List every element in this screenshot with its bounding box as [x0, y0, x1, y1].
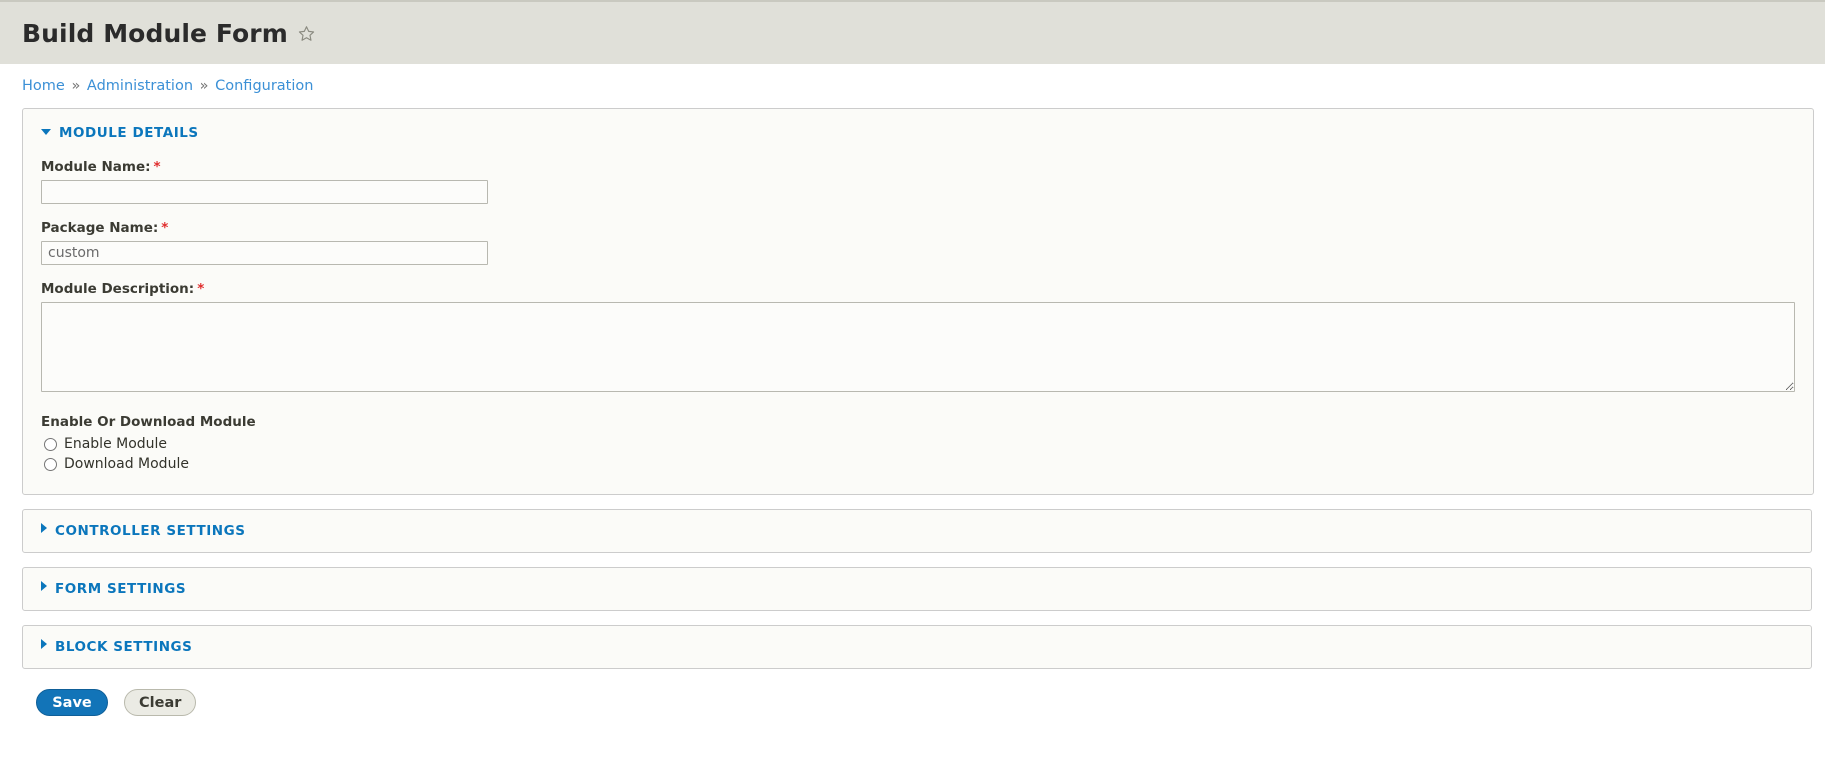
triangle-right-icon: [41, 581, 47, 591]
required-indicator: *: [161, 220, 169, 236]
enable-module-radio-label[interactable]: Enable Module: [64, 436, 167, 452]
package-name-label: Package Name: *: [41, 220, 1795, 236]
panel-block-settings: BLOCK SETTINGS: [22, 625, 1812, 669]
triangle-right-icon: [41, 523, 47, 533]
enable-module-radio[interactable]: [44, 437, 57, 451]
required-indicator: *: [197, 281, 205, 297]
panel-form-settings-legend-label: FORM SETTINGS: [55, 581, 187, 597]
page-title: Build Module Form: [22, 18, 288, 48]
module-name-label-text: Module Name:: [41, 159, 151, 175]
triangle-down-icon: [41, 129, 51, 135]
radio-row-enable-module[interactable]: Enable Module: [41, 436, 1795, 452]
panel-form-settings: FORM SETTINGS: [22, 567, 1812, 611]
save-button[interactable]: Save: [36, 689, 108, 716]
clear-button[interactable]: Clear: [124, 689, 196, 716]
panel-controller-settings-legend-label: CONTROLLER SETTINGS: [55, 523, 246, 539]
form-item-package-name: Package Name: *: [41, 220, 1795, 265]
module-description-label: Module Description: *: [41, 281, 1795, 297]
triangle-right-icon: [41, 639, 47, 649]
breadcrumb-separator: »: [199, 78, 209, 94]
panel-block-settings-legend-label: BLOCK SETTINGS: [55, 639, 193, 655]
radio-row-download-module[interactable]: Download Module: [41, 456, 1795, 472]
module-description-textarea[interactable]: [41, 302, 1795, 392]
enable-or-download-label: Enable Or Download Module: [41, 414, 256, 430]
package-name-input[interactable]: [41, 241, 488, 265]
panel-module-details-legend-label: MODULE DETAILS: [59, 125, 199, 141]
build-module-form: MODULE DETAILS Module Name: * Package Nam…: [0, 94, 1825, 716]
panel-controller-settings: CONTROLLER SETTINGS: [22, 509, 1812, 553]
module-description-label-text: Module Description:: [41, 281, 195, 297]
module-name-input[interactable]: [41, 180, 488, 204]
panel-module-details-legend[interactable]: MODULE DETAILS: [23, 109, 1813, 141]
required-indicator: *: [153, 159, 161, 175]
form-item-enable-or-download: Enable Or Download Module Enable Module …: [41, 414, 1795, 472]
module-details-body: Module Name:* Package Name:* Module Desc…: [23, 159, 1813, 472]
page-header: Build Module Form: [0, 0, 1825, 64]
breadcrumb-item-home[interactable]: Home: [22, 78, 65, 94]
breadcrumb-item-administration[interactable]: Administration: [87, 78, 193, 94]
breadcrumb-item-configuration[interactable]: Configuration: [215, 78, 313, 94]
panel-form-settings-legend[interactable]: FORM SETTINGS: [23, 568, 1811, 610]
breadcrumb: Home » Administration » Configuration: [0, 64, 1825, 94]
panel-module-details: MODULE DETAILS Module Name: * Package Nam…: [22, 108, 1814, 495]
download-module-radio-label[interactable]: Download Module: [64, 456, 189, 472]
breadcrumb-separator: »: [71, 78, 81, 94]
package-name-label-text: Package Name:: [41, 220, 159, 236]
star-outline-icon[interactable]: [298, 25, 315, 42]
module-name-label: Module Name: *: [41, 159, 1795, 175]
form-actions: Save Clear: [22, 683, 1811, 716]
panel-block-settings-legend[interactable]: BLOCK SETTINGS: [23, 626, 1811, 668]
download-module-radio[interactable]: [44, 457, 57, 471]
form-item-module-name: Module Name: *: [41, 159, 1795, 204]
form-item-module-description: Module Description: *: [41, 281, 1795, 392]
panel-controller-settings-legend[interactable]: CONTROLLER SETTINGS: [23, 510, 1811, 552]
